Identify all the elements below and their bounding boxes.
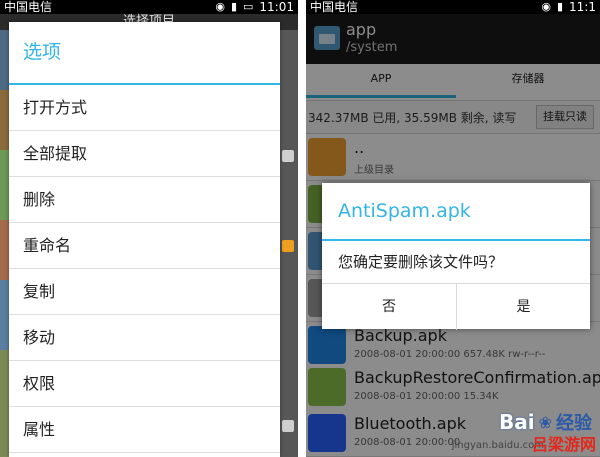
battery-icon: ▭ bbox=[243, 0, 254, 13]
signal-icon: ▮ bbox=[556, 0, 564, 13]
dialog-message: 您确定要删除该文件吗？ bbox=[322, 241, 590, 284]
status-bar: 中国电信 ◉ ▮ 11:1 bbox=[306, 0, 600, 14]
background-checkbox bbox=[282, 420, 294, 432]
menu-item-permissions[interactable]: 权限 bbox=[9, 361, 280, 407]
right-screenshot: 中国电信 ◉ ▮ 11:1 app /system APP 存储器 342.37… bbox=[306, 0, 600, 457]
paw-icon: ❀ bbox=[538, 412, 552, 432]
no-button[interactable]: 否 bbox=[322, 284, 457, 330]
signal-icon: ▮ bbox=[230, 0, 237, 13]
watermark-site: 吕梁游网 bbox=[531, 435, 596, 454]
watermark-url: jingyan.baidu.com bbox=[451, 440, 544, 451]
menu-item-open-with[interactable]: 打开方式 bbox=[9, 85, 280, 131]
carrier-label: 中国电信 bbox=[310, 0, 359, 14]
dialog-title: 选项 bbox=[9, 22, 280, 85]
menu-item-rename[interactable]: 重命名 bbox=[9, 223, 280, 269]
panel-divider bbox=[298, 0, 306, 457]
status-bar: 中国电信 ◉ ▮ ▭ 11:01 bbox=[0, 0, 298, 14]
menu-item-copy[interactable]: 复制 bbox=[9, 269, 280, 315]
status-time: 11:1 bbox=[569, 0, 596, 14]
watermark-logo: Bai bbox=[498, 410, 535, 434]
status-time: 11:01 bbox=[259, 0, 294, 14]
yes-button[interactable]: 是 bbox=[457, 284, 590, 330]
left-screenshot: 中国电信 ◉ ▮ ▭ 11:01 选择项目 选项 打开方式 全部提取 删除 重命… bbox=[0, 0, 298, 457]
background-checkbox bbox=[282, 240, 294, 252]
background-checkbox bbox=[282, 150, 294, 162]
delete-confirm-dialog: AntiSpam.apk 您确定要删除该文件吗？ 否 是 bbox=[322, 183, 590, 330]
menu-item-move[interactable]: 移动 bbox=[9, 315, 280, 361]
carrier-label: 中国电信 bbox=[4, 0, 53, 14]
options-dialog: 选项 打开方式 全部提取 删除 重命名 复制 移动 权限 属性 bbox=[9, 22, 280, 457]
dialog-buttons: 否 是 bbox=[322, 284, 590, 330]
wifi-icon: ◉ bbox=[215, 0, 225, 13]
menu-item-delete[interactable]: 删除 bbox=[9, 177, 280, 223]
menu-item-properties[interactable]: 属性 bbox=[9, 407, 280, 453]
dialog-title: AntiSpam.apk bbox=[322, 183, 590, 241]
menu-item-extract-all[interactable]: 全部提取 bbox=[9, 131, 280, 177]
wifi-icon: ◉ bbox=[541, 0, 551, 13]
